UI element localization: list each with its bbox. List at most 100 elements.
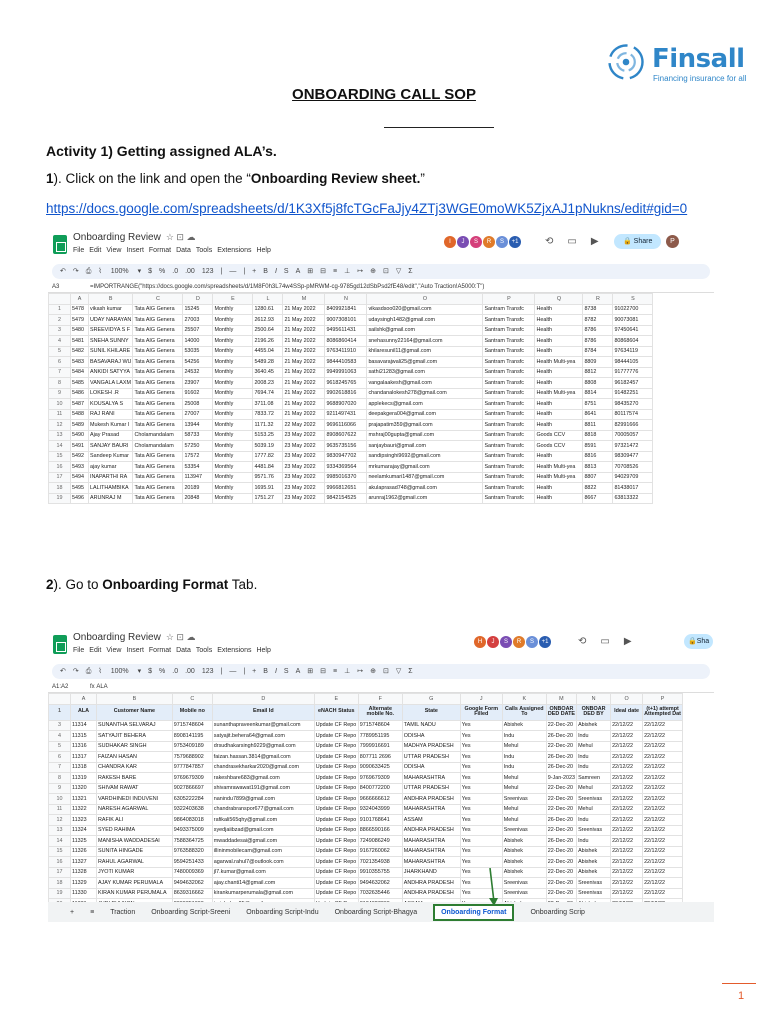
- cell[interactable]: Monthly: [212, 482, 254, 494]
- cell[interactable]: C: [132, 293, 184, 305]
- cell[interactable]: 11321: [70, 793, 97, 805]
- cell[interactable]: ALA: [70, 703, 97, 721]
- cell[interactable]: 26-Dec-20: [545, 730, 578, 742]
- cell[interactable]: 5481: [70, 335, 89, 347]
- cell[interactable]: 9594251433: [171, 856, 213, 868]
- formula-bar[interactable]: A1:A2 fx ALA: [48, 682, 714, 693]
- cell[interactable]: Mehul: [501, 782, 547, 794]
- menu-insert[interactable]: Insert: [126, 247, 144, 254]
- cell[interactable]: 22/12/22: [610, 824, 644, 836]
- cell[interactable]: MANISHA WADDADESAI: [96, 835, 173, 847]
- cell[interactable]: 8738: [582, 303, 614, 315]
- cell[interactable]: 22-Dec-20: [545, 719, 578, 731]
- cell[interactable]: drsudhakarsingh9229@gmail.com: [211, 740, 315, 752]
- cell[interactable]: chandrasekharkar2020@gmail.com: [211, 761, 315, 773]
- cell[interactable]: 81438017: [612, 482, 654, 494]
- cell[interactable]: Monthly: [212, 324, 254, 336]
- cell[interactable]: Tata AIG Genera: [132, 482, 184, 494]
- cell[interactable]: Monthly: [212, 492, 254, 504]
- cell[interactable]: 22/12/22: [642, 719, 684, 731]
- cell[interactable]: 8814: [582, 387, 614, 399]
- cell[interactable]: Health: [534, 324, 584, 336]
- row-number[interactable]: 5: [48, 740, 71, 752]
- cell[interactable]: N: [576, 693, 612, 705]
- cell[interactable]: ajay.chanti14@gmail.com: [211, 877, 315, 889]
- cell[interactable]: arunraj1962@gmail.com: [366, 492, 484, 504]
- cell[interactable]: Santram Transfc: [482, 408, 536, 420]
- cell[interactable]: 5039.19: [252, 440, 284, 452]
- cell[interactable]: 96182457: [612, 377, 654, 389]
- cell[interactable]: Google Form Filled: [459, 703, 503, 721]
- cell[interactable]: Health: [534, 398, 584, 410]
- cell[interactable]: ONBOAR DED BY: [576, 703, 612, 721]
- cell[interactable]: INAPARTHI RA: [87, 471, 134, 483]
- collaborator-avatar[interactable]: J: [487, 636, 499, 648]
- cell[interactable]: 22/12/22: [610, 782, 644, 794]
- cell[interactable]: Health Multi-yea: [534, 356, 584, 368]
- cell[interactable]: 11319: [70, 772, 97, 784]
- cell[interactable]: Yes: [459, 730, 503, 742]
- cell[interactable]: 1171.32: [252, 419, 284, 431]
- cell[interactable]: SNEHA SUNNY: [87, 335, 134, 347]
- cell[interactable]: 94029709: [612, 471, 654, 483]
- cell[interactable]: 91602: [182, 387, 214, 399]
- cell[interactable]: AJAY KUMAR PERUMALA: [96, 877, 173, 889]
- cell[interactable]: 22/12/22: [642, 887, 684, 899]
- menu-format[interactable]: Format: [149, 247, 171, 254]
- cell[interactable]: 14000: [182, 335, 214, 347]
- cell[interactable]: Tata AIG Genera: [132, 408, 184, 420]
- row-number[interactable]: 11: [48, 803, 71, 815]
- cell[interactable]: 22/12/22: [642, 803, 684, 815]
- cell[interactable]: 20848: [182, 492, 214, 504]
- row-number[interactable]: 1: [48, 703, 71, 721]
- menu-extensions[interactable]: Extensions: [217, 647, 251, 654]
- cell[interactable]: Tata AIG Genera: [132, 335, 184, 347]
- cell[interactable]: 9842154525: [324, 492, 368, 504]
- cell[interactable]: Email Id: [211, 703, 315, 721]
- share-button[interactable]: 🔒 Share: [614, 234, 662, 249]
- cell[interactable]: Health: [534, 366, 584, 378]
- cell[interactable]: 807711 2696: [357, 751, 403, 763]
- zoom-select[interactable]: 100%: [111, 268, 129, 275]
- undo-icon[interactable]: ↶: [60, 268, 66, 275]
- cell[interactable]: Q: [534, 293, 584, 305]
- cell[interactable]: 5482: [70, 345, 89, 357]
- cell[interactable]: Monthly: [212, 335, 254, 347]
- cell[interactable]: P: [642, 693, 684, 705]
- cell[interactable]: 22-Dec-20: [545, 803, 578, 815]
- cell[interactable]: ANDHRA PRADESH: [401, 877, 461, 889]
- cell[interactable]: Sreenivas: [501, 824, 547, 836]
- cell[interactable]: Tata AIG Genera: [132, 324, 184, 336]
- row-number[interactable]: 10: [48, 793, 71, 805]
- cell[interactable]: 9494632062: [171, 877, 213, 889]
- cell[interactable]: 25008: [182, 398, 214, 410]
- cell[interactable]: Santram Transfc: [482, 345, 536, 357]
- cell[interactable]: Indu: [576, 730, 612, 742]
- cell[interactable]: Health Multi-yea: [534, 387, 584, 399]
- cell[interactable]: Santram Transfc: [482, 387, 536, 399]
- row-number[interactable]: 19: [48, 887, 71, 899]
- cell[interactable]: 17572: [182, 450, 214, 462]
- cell[interactable]: Health: [534, 335, 584, 347]
- cell[interactable]: 20189: [182, 482, 214, 494]
- cell[interactable]: Indu: [576, 761, 612, 773]
- menu-file[interactable]: File: [73, 247, 84, 254]
- cell-reference[interactable]: A3: [52, 282, 90, 293]
- cell[interactable]: applekecs@gmail.com: [366, 398, 484, 410]
- cell[interactable]: 3640.45: [252, 366, 284, 378]
- cell[interactable]: sandipsinghi9692@gmail.com: [366, 450, 484, 462]
- cell[interactable]: Abishek: [576, 866, 612, 878]
- cell[interactable]: 9902618816: [324, 387, 368, 399]
- cell[interactable]: Indu: [576, 751, 612, 763]
- cell[interactable]: Health: [534, 492, 584, 504]
- cell[interactable]: 9763411910: [324, 345, 368, 357]
- cell[interactable]: Monthly: [212, 450, 254, 462]
- collaborator-avatar[interactable]: S: [470, 236, 482, 248]
- cell[interactable]: Update CF Repo: [313, 782, 359, 794]
- cell[interactable]: 9495611431: [324, 324, 368, 336]
- cell[interactable]: faizan.hassan.3814@gmail.com: [211, 751, 315, 763]
- cell[interactable]: Tata AIG Genera: [132, 492, 184, 504]
- cell[interactable]: Update CF Repo: [313, 751, 359, 763]
- cell[interactable]: 8812: [582, 366, 614, 378]
- cell[interactable]: 7579688902: [171, 751, 213, 763]
